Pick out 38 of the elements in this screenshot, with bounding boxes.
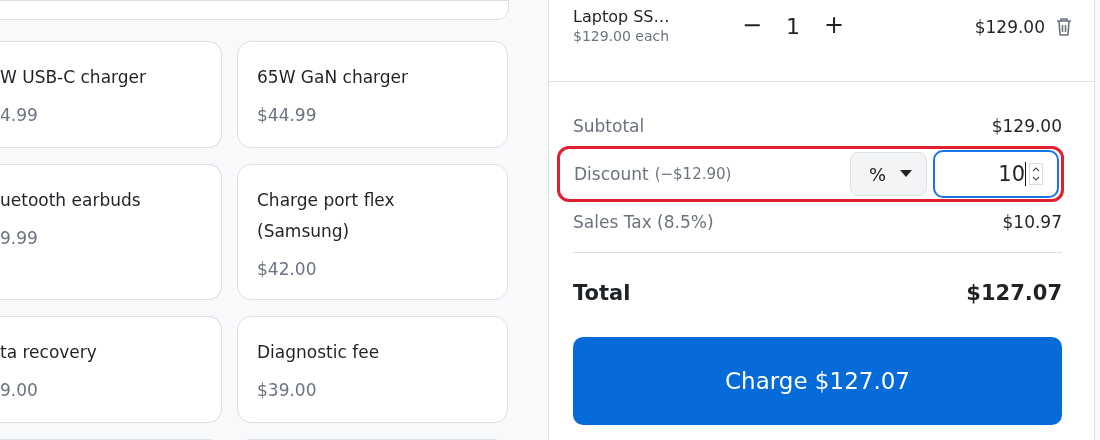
product-name: Charge port flex (Samsung): [257, 189, 396, 243]
product-card[interactable]: ta recovery 9.00: [0, 316, 222, 423]
unit-price: $129.00 each: [573, 28, 671, 44]
product-price: $39.00: [257, 380, 318, 400]
spinner-icon[interactable]: [1029, 163, 1043, 185]
product-price: 9.00: [0, 380, 39, 400]
total-value: $127.07: [966, 281, 1062, 305]
decrease-button[interactable]: −: [737, 11, 767, 39]
product-name: 65W GaN charger: [257, 66, 410, 89]
product-price: $44.99: [257, 105, 318, 125]
subtotal-label: Subtotal: [573, 116, 645, 136]
product-name: W USB-C charger: [0, 66, 147, 89]
product-card[interactable]: Diagnostic fee $39.00: [237, 316, 508, 423]
trash-icon[interactable]: [1055, 17, 1073, 37]
product-name: uetooth earbuds: [0, 189, 142, 212]
product-card[interactable]: Charge port flex (Samsung) $42.00: [237, 164, 508, 300]
line-total: $129.00: [974, 17, 1045, 37]
subtotal-value: $129.00: [991, 116, 1062, 136]
product-card[interactable]: uetooth earbuds 9.99: [0, 164, 222, 300]
increase-button[interactable]: +: [819, 11, 849, 39]
discount-input[interactable]: 10: [933, 150, 1059, 198]
tax-label: Sales Tax (8.5%): [573, 212, 714, 232]
quantity: 1: [785, 14, 801, 39]
product-card[interactable]: W USB-C charger 4.99: [0, 41, 222, 148]
product-card[interactable]: 65W GaN charger $44.99: [237, 41, 508, 148]
caret-icon: [900, 170, 912, 178]
discount-label: Discount: [574, 164, 649, 184]
total-label: Total: [573, 281, 631, 305]
item-name: Laptop SS…: [573, 6, 671, 28]
charge-button[interactable]: Charge $127.07: [573, 337, 1062, 425]
tax-value: $10.97: [1002, 212, 1062, 232]
product-price: $42.00: [257, 259, 318, 279]
discount-amount: (−$12.90): [654, 165, 732, 183]
product-name: Diagnostic fee: [257, 341, 381, 364]
product-name: ta recovery: [0, 341, 98, 364]
discount-type-select[interactable]: %: [849, 152, 927, 196]
product-price: 4.99: [0, 105, 39, 125]
product-price: 9.99: [0, 228, 39, 248]
